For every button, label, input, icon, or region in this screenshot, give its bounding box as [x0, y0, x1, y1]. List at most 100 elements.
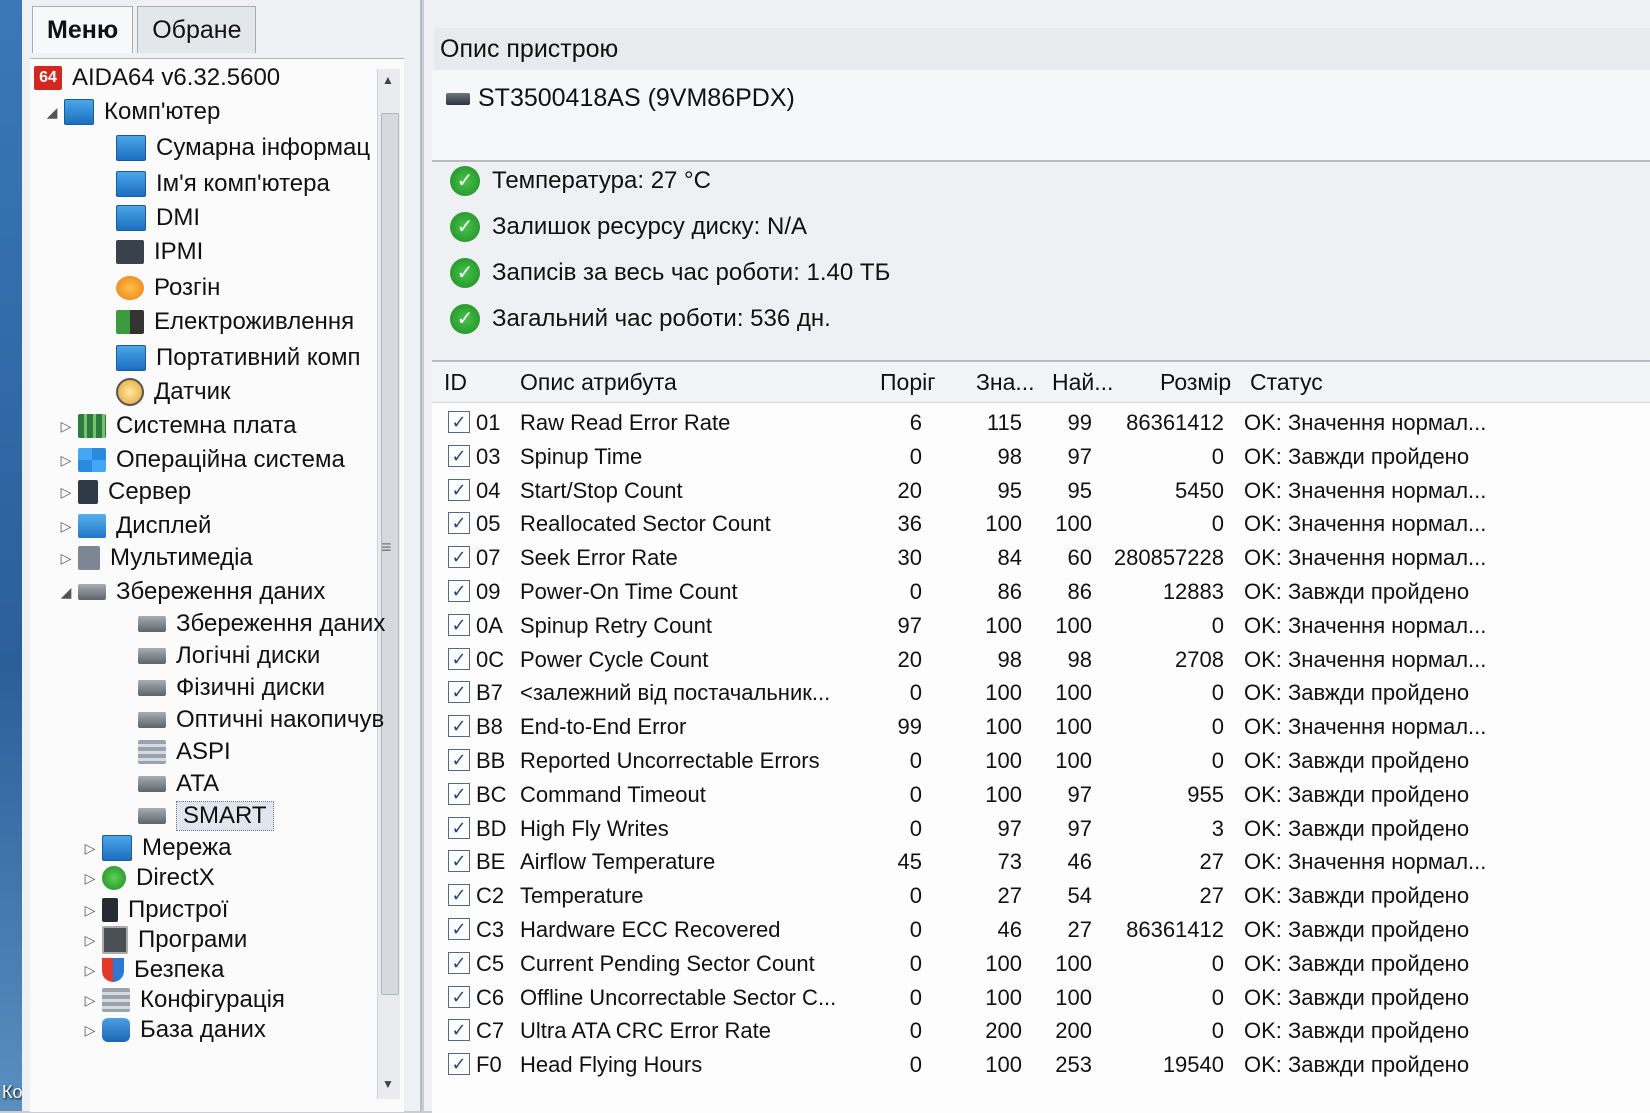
tree-root[interactable]: 64 AIDA64 v6.32.5600: [34, 61, 280, 95]
expand-toggle-icon[interactable]: ▷: [58, 418, 74, 435]
expand-toggle-icon[interactable]: ▷: [82, 840, 98, 857]
tree-item[interactable]: Електроживлення: [96, 305, 354, 339]
tree-item[interactable]: Оптичні накопичув: [118, 703, 384, 737]
column-status[interactable]: Статус: [1250, 362, 1323, 402]
table-row[interactable]: ✓ BD High Fly Writes 0 97 97 3 OK: Завжди пройд…: [432, 812, 1650, 845]
shield-icon: [102, 958, 124, 982]
attribute-checkbox[interactable]: ✓: [448, 884, 470, 907]
attribute-checkbox[interactable]: ✓: [448, 478, 470, 501]
expand-toggle-icon[interactable]: ▷: [82, 962, 98, 979]
expand-toggle-icon[interactable]: ▷: [58, 484, 74, 501]
tree-item[interactable]: Портативний комп: [96, 341, 360, 375]
attribute-checkbox[interactable]: ✓: [448, 546, 470, 569]
table-row[interactable]: ✓ 09 Power-On Time Count 0 86 86 12883 OK: Завж…: [432, 575, 1650, 608]
column-value[interactable]: Зна...: [976, 362, 1035, 402]
scroll-down-icon[interactable]: ▼: [382, 1077, 394, 1091]
attribute-checkbox[interactable]: ✓: [448, 749, 470, 771]
expand-toggle-icon[interactable]: ▷: [58, 452, 74, 469]
column-raw[interactable]: Розмір: [1160, 362, 1231, 402]
table-row[interactable]: ✓ C2 Temperature 0 27 54 27 OK: Завжди пройдено: [432, 879, 1650, 912]
cell-status: OK: Значення нормал...: [1244, 714, 1487, 740]
expand-toggle-icon[interactable]: ▷: [58, 518, 74, 535]
tree-item[interactable]: ▷ Мережа: [82, 831, 231, 865]
table-row[interactable]: ✓ B8 End-to-End Error 99 100 100 0 OK: Значення…: [432, 710, 1650, 743]
tree-item[interactable]: ◢ Збереження даних: [58, 575, 326, 609]
table-row[interactable]: ✓ 01 Raw Read Error Rate 6 115 99 86361412 OK: …: [432, 406, 1650, 439]
table-row[interactable]: ✓ C5 Current Pending Sector Count 0 100 100 0 O…: [432, 947, 1650, 980]
tree-item[interactable]: Датчик: [96, 375, 230, 409]
expand-toggle-icon[interactable]: ▷: [82, 870, 98, 887]
table-row[interactable]: ✓ F0 Head Flying Hours 0 100 253 19540 OK: Завж…: [432, 1048, 1650, 1081]
table-row[interactable]: ✓ C6 Offline Uncorrectable Sector C... 0 100…: [432, 981, 1650, 1014]
expand-toggle-icon[interactable]: ◢: [58, 584, 74, 601]
expand-toggle-icon[interactable]: ▷: [58, 550, 74, 567]
table-row[interactable]: ✓ 03 Spinup Time 0 98 97 0 OK: Завжди пройдено: [432, 440, 1650, 473]
tree-item[interactable]: ▷ Конфігурація: [82, 983, 285, 1017]
expand-toggle-icon[interactable]: ▷: [82, 902, 98, 919]
column-threshold[interactable]: Поріг: [880, 362, 936, 402]
table-row[interactable]: ✓ 05 Reallocated Sector Count 36 100 100 0 OK: …: [432, 507, 1650, 540]
attribute-checkbox[interactable]: ✓: [448, 918, 470, 940]
tree-item[interactable]: Фізичні диски: [118, 671, 325, 705]
attribute-checkbox[interactable]: ✓: [448, 850, 470, 873]
tree-item[interactable]: ▷ Мультимедіа: [58, 541, 253, 575]
expand-toggle-icon[interactable]: ◢: [44, 104, 60, 121]
tree-item[interactable]: SMART: [118, 799, 274, 833]
table-row[interactable]: ✓ C3 Hardware ECC Recovered 0 46 27 86361412 OK…: [432, 913, 1650, 946]
table-row[interactable]: ✓ 0C Power Cycle Count 20 98 98 2708 OK: Значен…: [432, 643, 1650, 676]
tree-scrollbar[interactable]: ▲ ≡ ▼: [377, 69, 400, 1099]
attribute-checkbox[interactable]: ✓: [448, 647, 470, 670]
tree-item[interactable]: ▷ DirectX: [82, 861, 215, 895]
attribute-checkbox[interactable]: ✓: [448, 580, 470, 602]
attribute-checkbox[interactable]: ✓: [448, 816, 470, 839]
tree-item[interactable]: ▷ Пристрої: [82, 893, 229, 927]
attribute-checkbox[interactable]: ✓: [448, 1053, 470, 1076]
tree-item[interactable]: ▷ База даних: [82, 1013, 266, 1047]
tree-item[interactable]: IPMI: [96, 235, 203, 269]
tree-item[interactable]: ATA: [118, 767, 219, 801]
tree-item[interactable]: Збереження даних: [118, 607, 385, 641]
tree-item[interactable]: ASPI: [118, 735, 231, 769]
attribute-checkbox[interactable]: ✓: [448, 1019, 470, 1042]
table-row[interactable]: ✓ 0A Spinup Retry Count 97 100 100 0 OK: Значен…: [432, 609, 1650, 642]
device-line[interactable]: ST3500418AS (9VM86PDX): [446, 84, 795, 113]
tree-item[interactable]: Логічні диски: [118, 639, 320, 673]
tree-item[interactable]: Ім'я комп'ютера: [96, 167, 330, 201]
tab-favorites[interactable]: Обране: [137, 6, 257, 53]
tab-menu[interactable]: Меню: [32, 6, 134, 53]
tree-item[interactable]: ◢ Комп'ютер: [44, 95, 220, 129]
cell-status: OK: Завжди пройдено: [1244, 950, 1470, 976]
expand-toggle-icon[interactable]: ▷: [82, 992, 98, 1009]
tree-item[interactable]: ▷ Операційна система: [58, 443, 345, 477]
column-worst[interactable]: Най...: [1052, 362, 1113, 402]
expand-toggle-icon[interactable]: ▷: [82, 932, 98, 949]
tree-item[interactable]: ▷ Сервер: [58, 475, 192, 509]
tree-item[interactable]: ▷ Дисплей: [58, 509, 212, 543]
column-description[interactable]: Опис атрибута: [520, 362, 677, 402]
scroll-up-icon[interactable]: ▲: [382, 73, 394, 87]
tree-item[interactable]: Сумарна інформац: [96, 131, 370, 165]
attribute-checkbox[interactable]: ✓: [448, 782, 470, 805]
attribute-checkbox[interactable]: ✓: [448, 985, 470, 1008]
attribute-checkbox[interactable]: ✓: [448, 951, 470, 974]
table-row[interactable]: ✓ C7 Ultra ATA CRC Error Rate 0 200 200 0 OK: З…: [432, 1014, 1650, 1047]
expand-toggle-icon[interactable]: ▷: [82, 1022, 98, 1039]
table-row[interactable]: ✓ 07 Seek Error Rate 30 84 60 280857228 OK: Зна…: [432, 541, 1650, 574]
column-id[interactable]: ID: [444, 362, 467, 402]
table-row[interactable]: ✓ BB Reported Uncorrectable Errors 0 100 100 0…: [432, 744, 1650, 777]
table-row[interactable]: ✓ 04 Start/Stop Count 20 95 95 5450 OK: Значенн…: [432, 474, 1650, 507]
attribute-checkbox[interactable]: ✓: [448, 411, 470, 433]
tree-item[interactable]: ▷ Безпека: [82, 953, 225, 987]
tree-item[interactable]: DMI: [96, 201, 200, 235]
table-row[interactable]: ✓ B7 <залежний від постачальник... 0 100 100 0…: [432, 676, 1650, 709]
table-row[interactable]: ✓ BC Command Timeout 0 100 97 955 OK: Завжди пр…: [432, 778, 1650, 811]
attribute-checkbox[interactable]: ✓: [448, 613, 470, 636]
tree-item[interactable]: ▷ Програми: [82, 923, 247, 957]
attribute-checkbox[interactable]: ✓: [448, 444, 470, 467]
table-row[interactable]: ✓ BE Airflow Temperature 45 73 46 27 OK: Значен…: [432, 845, 1650, 878]
attribute-checkbox[interactable]: ✓: [448, 512, 470, 535]
tree-item[interactable]: Розгін: [96, 271, 220, 305]
attribute-checkbox[interactable]: ✓: [448, 681, 470, 704]
attribute-checkbox[interactable]: ✓: [448, 715, 470, 738]
tree-item[interactable]: ▷ Системна плата: [58, 409, 297, 443]
